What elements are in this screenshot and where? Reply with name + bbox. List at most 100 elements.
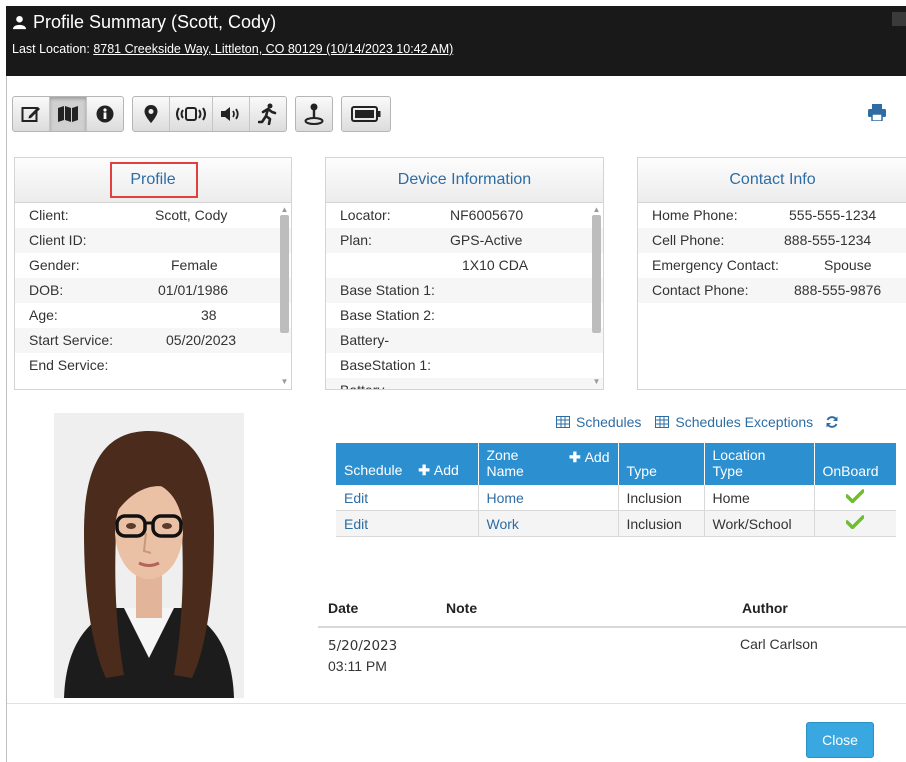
col-type: Type [618, 443, 705, 485]
device-row-battery-1b: BaseStation 1: [326, 353, 603, 378]
schedule-cell: Edit [336, 510, 479, 537]
contact-row-home-phone: Home Phone: 555-555-1234 [638, 203, 906, 228]
add-zone-label: Add [584, 449, 610, 465]
device-row-battery-2: Battery- [326, 378, 603, 389]
scroll-up-icon[interactable]: ▲ [592, 205, 601, 214]
edit-icon [21, 107, 40, 122]
scroll-down-icon[interactable]: ▼ [592, 377, 601, 386]
onboard-cell [814, 485, 896, 511]
scroll-up-icon[interactable]: ▲ [280, 205, 289, 214]
profile-value: Scott, Cody [155, 207, 228, 223]
profile-value: Female [171, 257, 218, 273]
schedules-link[interactable]: Schedules [576, 414, 641, 430]
profile-label: DOB: [29, 282, 64, 298]
device-value: NF6005670 [450, 207, 524, 223]
contact-value: 888-555-9876 [794, 282, 882, 298]
title-bar: Profile Summary (Scott, Cody) Last Locat… [6, 6, 906, 76]
col-location-label-1: Location [712, 447, 766, 463]
edit-schedule-link[interactable]: Edit [344, 516, 368, 532]
contact-label: Cell Phone: [652, 232, 725, 248]
edit-button[interactable] [13, 97, 50, 131]
footer-divider [7, 703, 906, 704]
device-title[interactable]: Device Information [398, 171, 531, 189]
map-marker-icon [144, 105, 158, 123]
locate-button[interactable] [133, 97, 170, 131]
scroll-down-icon[interactable]: ▼ [280, 377, 289, 386]
toolbar-group-battery [341, 96, 391, 132]
device-scrollbar[interactable]: ▲ ▼ [592, 205, 601, 386]
profile-value: 38 [201, 307, 217, 323]
add-schedule-label: Add [433, 462, 459, 478]
last-location: Last Location: 8781 Creekside Way, Littl… [12, 42, 453, 56]
profile-row-end-service: End Service: [15, 353, 291, 378]
profile-value: 01/01/1986 [158, 282, 229, 298]
device-panel-header: Device Information [326, 158, 603, 203]
col-onboard: OnBoard [814, 443, 896, 485]
profile-row-gender: Gender: Female [15, 253, 291, 278]
profile-row-client-id: Client ID: [15, 228, 291, 253]
print-button[interactable] [868, 104, 886, 126]
contact-panel-header: Contact Info [638, 158, 906, 203]
profile-row-client: Client: Scott, Cody [15, 203, 291, 228]
notes-col-note: Note [446, 600, 478, 616]
pin-button[interactable] [296, 97, 332, 131]
contact-title[interactable]: Contact Info [729, 171, 815, 189]
contact-panel-body: Home Phone: 555-555-1234 Cell Phone: 888-5… [638, 203, 906, 389]
toolbar [12, 96, 391, 132]
add-zone-button[interactable]: ✚ Add [569, 449, 610, 466]
contact-value: 555-555-1234 [789, 207, 877, 223]
scroll-thumb[interactable] [280, 215, 289, 333]
notes-header: Date Note Author [318, 596, 906, 628]
profile-value: 05/20/2023 [166, 332, 237, 348]
last-location-label: Last Location: [12, 42, 90, 56]
highlight-box [110, 162, 198, 198]
zone-link[interactable]: Work [487, 516, 519, 532]
device-label: Battery- [340, 332, 390, 348]
sound-button[interactable] [213, 97, 250, 131]
profile-label: Client ID: [29, 232, 87, 248]
table-icon [556, 416, 570, 428]
note-author: Carl Carlson [740, 636, 818, 652]
col-location-label-2: Type [712, 463, 743, 479]
last-location-link[interactable]: 8781 Creekside Way, Littleton, CO 80129 … [93, 42, 453, 56]
device-panel-body: Locator: NF6005670 Plan: GPS-Active 1X10 C… [326, 203, 603, 389]
scroll-thumb[interactable] [592, 215, 601, 333]
battery-button[interactable] [342, 97, 390, 131]
device-label: Base Station 1: [340, 282, 435, 298]
add-schedule-button[interactable]: ✚ Add [418, 462, 459, 478]
table-row: Edit Work Inclusion Work/School [336, 510, 896, 537]
profile-panel-header: Profile [15, 158, 291, 203]
schedule-header-row: Schedule ✚ Add ✚ Add Zone Name Type Loca… [336, 443, 896, 485]
info-button[interactable] [87, 97, 123, 131]
profile-row-age: Age: 38 [15, 303, 291, 328]
note-time: 03:11 PM [328, 658, 387, 674]
profile-rows: Client: Scott, Cody Client ID: Gender: Fem… [15, 203, 291, 378]
edit-schedule-link[interactable]: Edit [344, 490, 368, 506]
vibrate-button[interactable] [170, 97, 213, 131]
zone-link[interactable]: Home [487, 490, 524, 506]
contact-value: Spouse [824, 257, 872, 273]
running-icon [258, 103, 277, 125]
volume-icon [221, 107, 239, 121]
zone-cell: Work [478, 510, 619, 537]
window-corner [892, 12, 906, 26]
profile-label: End Service: [29, 357, 109, 373]
activity-button[interactable] [250, 97, 286, 131]
toolbar-group-pin [295, 96, 333, 132]
profile-scrollbar[interactable]: ▲ ▼ [280, 205, 289, 386]
map-view-button[interactable] [50, 97, 87, 131]
notes-row: 5/20/2023 03:11 PM Carl Carlson [318, 628, 906, 688]
refresh-icon[interactable] [825, 415, 839, 429]
profile-panel-body: Client: Scott, Cody Client ID: Gender: Fem… [15, 203, 291, 389]
device-row-plan: Plan: GPS-Active [326, 228, 603, 253]
profile-panel: Profile Client: Scott, Cody Client ID: Ge… [14, 157, 292, 390]
location-type-cell: Home [704, 485, 815, 511]
pin-on-map-icon [304, 103, 324, 125]
schedules-exceptions-link[interactable]: Schedules Exceptions [675, 414, 813, 430]
notes-table: Date Note Author 5/20/2023 03:11 PM Carl… [318, 596, 906, 688]
contact-label: Emergency Contact: [652, 257, 779, 273]
device-label: Base Station 2: [340, 307, 435, 323]
contact-row-emergency-contact: Emergency Contact: Spouse [638, 253, 906, 278]
profile-label: Age: [29, 307, 58, 323]
close-button[interactable]: Close [806, 722, 874, 758]
